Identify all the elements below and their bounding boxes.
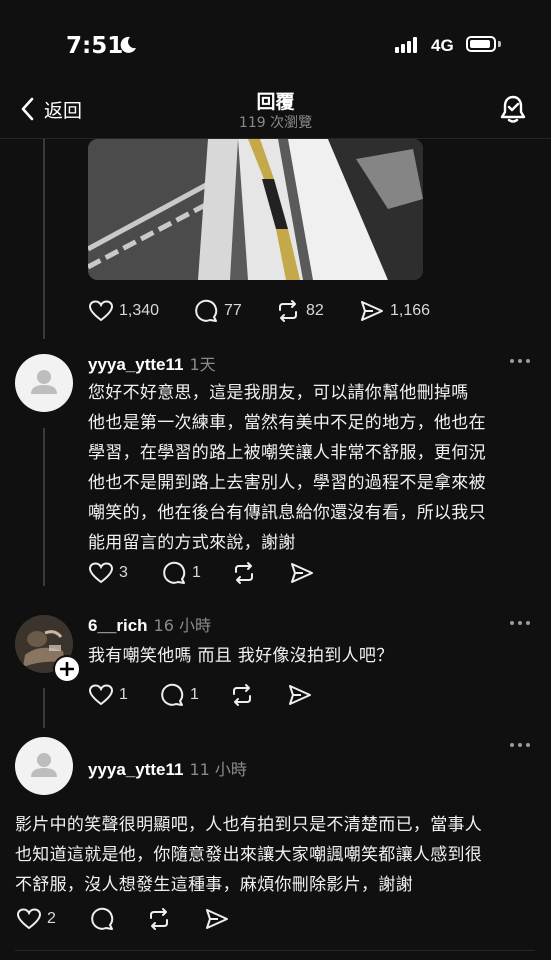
reply-header: yyya_ytte11 11 小時 <box>88 756 247 780</box>
avatar[interactable] <box>15 354 73 412</box>
like-button[interactable]: 1,340 <box>89 298 159 324</box>
repost-button[interactable] <box>230 682 254 708</box>
repost-count: 82 <box>306 302 324 319</box>
thread-line <box>43 139 45 339</box>
follow-button[interactable] <box>53 655 81 683</box>
like-count: 3 <box>119 564 128 581</box>
more-options-button[interactable] <box>510 743 532 749</box>
post-video-thumbnail[interactable] <box>88 139 423 280</box>
reply-header: yyya_ytte11 1天 <box>88 351 216 375</box>
like-count: 1,340 <box>119 302 160 319</box>
reply-text: 您好不好意思，這是我朋友，可以請你幫他刪掉嗎 他也是第一次練車，當然有美中不足的… <box>88 383 486 553</box>
share-button[interactable] <box>288 682 312 708</box>
repost-icon <box>279 300 297 322</box>
like-button[interactable]: 2 <box>17 906 56 932</box>
notification-bell-icon[interactable] <box>497 93 529 125</box>
share-icon <box>291 563 313 583</box>
repost-button[interactable] <box>147 906 171 932</box>
repost-icon <box>235 562 253 584</box>
status-bar: 7:51 4G <box>0 0 551 80</box>
thread-line <box>43 688 45 728</box>
page-title: 回覆 <box>256 91 295 113</box>
comment-icon <box>91 907 114 930</box>
comment-icon <box>163 561 186 584</box>
signal-icon <box>395 37 425 53</box>
timestamp: 1天 <box>189 355 216 374</box>
comment-icon <box>161 683 184 706</box>
username[interactable]: yyya_ytte11 <box>88 355 183 374</box>
timestamp: 16 小時 <box>153 616 211 635</box>
reply-text: 影片中的笑聲很明顯吧，人也有拍到只是不清楚而已，當事人 也知道這就是他，你隨意發… <box>15 815 483 895</box>
comment-button[interactable] <box>90 906 114 932</box>
reply-text: 我有嘲笑他嗎 而且 我好像沒拍到人吧？ <box>88 646 394 666</box>
share-count: 1,166 <box>390 302 431 319</box>
share-button[interactable] <box>290 560 314 586</box>
username[interactable]: yyya_ytte11 <box>88 760 183 779</box>
moon-icon <box>120 36 136 53</box>
network-label: 4G <box>431 36 454 55</box>
default-avatar-icon <box>31 370 57 394</box>
share-icon <box>206 909 228 929</box>
comment-count: 77 <box>224 302 242 319</box>
share-icon <box>289 685 311 705</box>
battery-icon <box>466 36 496 52</box>
comment-button[interactable]: 1 <box>160 682 199 708</box>
comment-count: 1 <box>190 686 199 703</box>
comment-button[interactable]: 77 <box>194 298 242 324</box>
divider <box>15 950 535 951</box>
more-options-button[interactable] <box>510 359 532 365</box>
default-avatar-icon <box>31 753 57 777</box>
heart-icon <box>89 300 113 322</box>
thread-line <box>43 428 45 586</box>
share-button[interactable]: 1,166 <box>360 298 430 324</box>
share-button[interactable] <box>205 906 229 932</box>
repost-button[interactable]: 82 <box>276 298 324 324</box>
status-time: 7:51 <box>66 33 124 59</box>
repost-icon <box>233 684 251 706</box>
comment-icon <box>195 299 218 322</box>
comment-count: 1 <box>192 564 201 581</box>
username[interactable]: 6__rich <box>88 616 148 635</box>
heart-icon <box>89 684 113 706</box>
like-count: 1 <box>119 686 128 703</box>
heart-icon <box>17 908 41 930</box>
timestamp: 11 小時 <box>189 760 247 779</box>
like-button[interactable]: 1 <box>89 682 128 708</box>
like-count: 2 <box>47 910 56 927</box>
repost-icon <box>150 908 168 930</box>
plus-icon <box>60 662 74 676</box>
more-options-button[interactable] <box>510 621 532 627</box>
heart-icon <box>89 562 113 584</box>
avatar[interactable] <box>15 737 73 795</box>
reply-header: 6__rich 16 小時 <box>88 612 211 636</box>
like-button[interactable]: 3 <box>89 560 128 586</box>
share-icon <box>361 301 383 321</box>
repost-button[interactable] <box>232 560 256 586</box>
comment-button[interactable]: 1 <box>162 560 201 586</box>
view-count: 119 次瀏覽 <box>238 115 313 131</box>
